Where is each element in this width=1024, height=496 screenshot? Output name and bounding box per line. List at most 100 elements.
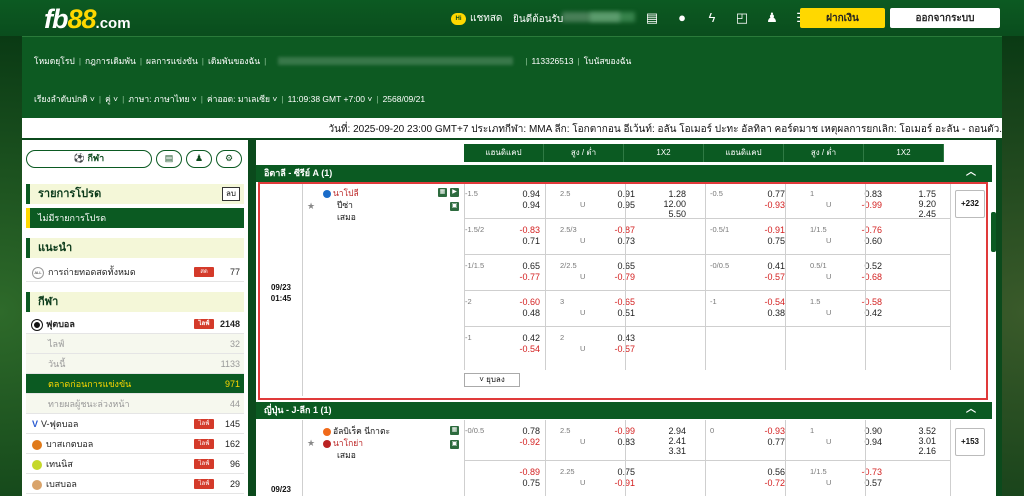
sidebar-item-basketball[interactable]: บาสเกตบอล ไลฟ์ 162: [26, 434, 244, 454]
odds-away[interactable]: 0.77: [745, 437, 785, 448]
odds-under[interactable]: -0.57: [595, 344, 635, 355]
odds-away[interactable]: -0.72: [745, 478, 785, 489]
collapse-button[interactable]: ˅ ยุบลง: [464, 373, 520, 387]
language-dropdown[interactable]: ภาษา: ภาษาไทย ˅: [128, 92, 196, 106]
odds-away[interactable]: -0.77: [500, 272, 540, 283]
sidebar-item-football-outright[interactable]: ทายผลผู้ชนะล่วงหน้า 44: [26, 394, 244, 414]
sidebar-item-live-all[interactable]: ALL การถ่ายทอดสดทั้งหมด สด 77: [26, 262, 244, 282]
user-icon[interactable]: ♟: [764, 10, 780, 26]
odds-under[interactable]: 0.57: [842, 478, 882, 489]
odds-under[interactable]: -0.91: [595, 478, 635, 489]
odds-away[interactable]: -0.57: [745, 272, 785, 283]
nav-my-bonus[interactable]: โบนัสของฉัน: [584, 54, 632, 68]
odds-over[interactable]: -0.73: [842, 467, 882, 478]
streaming-icon[interactable]: ▣: [450, 202, 459, 211]
refresh-icon[interactable]: ●: [674, 10, 690, 26]
sidebar-item-vfootball[interactable]: V V-ฟุตบอล ไลฟ์ 145: [26, 414, 244, 434]
odds-away[interactable]: 0.38: [745, 308, 785, 319]
sidebar-item-tennis[interactable]: เทนนิส ไลฟ์ 96: [26, 454, 244, 474]
sort-dropdown[interactable]: เรียงลำดับปกติ ˅: [34, 92, 95, 106]
odds-over[interactable]: 0.52: [842, 261, 882, 272]
tab-settings-icon[interactable]: ⚙: [216, 150, 242, 168]
odds-over[interactable]: -0.87: [595, 225, 635, 236]
nav-rules[interactable]: กฎการเดิมพัน: [85, 54, 136, 68]
odds-under[interactable]: 0.95: [595, 200, 635, 211]
odds-home[interactable]: -0.93: [745, 426, 785, 437]
favorite-star-icon[interactable]: ★: [307, 201, 315, 212]
odds-home[interactable]: -0.83: [500, 225, 540, 236]
away-team[interactable]: ปีซ่า: [337, 200, 353, 210]
live-chat-button[interactable]: Hi แชทสด: [451, 11, 502, 26]
nav-euro-mode[interactable]: โหมดยุโรป: [34, 54, 75, 68]
odds-away[interactable]: 0.75: [500, 478, 540, 489]
odds-home[interactable]: 0.42: [500, 333, 540, 344]
odds-dropdown[interactable]: ค่าออด: มาเลเซีย ˅: [207, 92, 277, 106]
home-team[interactable]: นาโปลี: [323, 188, 359, 198]
promo-icon[interactable]: ◰: [734, 10, 750, 26]
odds-away[interactable]: 0.94: [500, 200, 540, 211]
odds-under[interactable]: 0.42: [842, 308, 882, 319]
odds-away[interactable]: -0.54: [500, 344, 540, 355]
league-header-j-league[interactable]: ญี่ปุ่น - J-ลีก 1 (1) ︿: [256, 402, 992, 419]
odds-away[interactable]: 0.71: [500, 236, 540, 247]
odds-over[interactable]: -0.65: [595, 297, 635, 308]
odds-under[interactable]: 0.51: [595, 308, 635, 319]
nav-my-bets[interactable]: เดิมพันของฉัน: [208, 54, 260, 68]
odds-1x2[interactable]: 3.31: [640, 446, 686, 457]
remove-favorites-button[interactable]: ลบ: [222, 187, 240, 201]
tab-sports[interactable]: ⚽ กีฬา: [26, 150, 152, 168]
odds-over[interactable]: 0.43: [595, 333, 635, 344]
odds-away[interactable]: -0.92: [500, 437, 540, 448]
nav-results[interactable]: ผลการแข่งขัน: [146, 54, 198, 68]
play-icon[interactable]: ▶: [450, 188, 459, 197]
odds-home[interactable]: -0.91: [745, 225, 785, 236]
league-header-serie-a[interactable]: อิตาลี - ซีรีย์ A (1) ︿: [256, 165, 992, 182]
odds-over[interactable]: -0.99: [595, 426, 635, 437]
sidebar-item-football-live[interactable]: ไลฟ์ 32: [26, 334, 244, 354]
more-markets-button[interactable]: +232: [955, 190, 985, 218]
odds-over[interactable]: 0.83: [842, 189, 882, 200]
odds-over[interactable]: 0.65: [595, 261, 635, 272]
odds-home[interactable]: 0.41: [745, 261, 785, 272]
odds-under[interactable]: 0.94: [842, 437, 882, 448]
sidebar-item-football-today[interactable]: วันนี้ 1133: [26, 354, 244, 374]
odds-over[interactable]: -0.76: [842, 225, 882, 236]
odds-home[interactable]: -0.60: [500, 297, 540, 308]
odds-home[interactable]: -0.89: [500, 467, 540, 478]
deposit-button[interactable]: ฝากเงิน: [800, 8, 885, 28]
more-markets-button[interactable]: +153: [955, 428, 985, 456]
odds-1x2[interactable]: 2.16: [890, 446, 936, 457]
odds-under[interactable]: -0.99: [842, 200, 882, 211]
odds-over[interactable]: -0.58: [842, 297, 882, 308]
odds-away[interactable]: 0.75: [745, 236, 785, 247]
odds-home[interactable]: 0.56: [745, 467, 785, 478]
flash-icon[interactable]: ϟ: [704, 10, 720, 26]
scrollbar-thumb[interactable]: [991, 212, 996, 252]
home-team[interactable]: อัลบิเร็ค นีกาตะ: [323, 426, 390, 436]
tab-betslip-icon[interactable]: ▤: [156, 150, 182, 168]
logout-button[interactable]: ออกจากระบบ: [890, 8, 1000, 28]
odds-over[interactable]: 0.91: [595, 189, 635, 200]
odds-under[interactable]: 0.83: [595, 437, 635, 448]
sidebar-item-football[interactable]: ฟุตบอล ไลฟ์ 2148: [26, 314, 244, 334]
collapse-icon[interactable]: ︿: [966, 164, 976, 181]
odds-away[interactable]: 0.48: [500, 308, 540, 319]
odds-away[interactable]: -0.93: [745, 200, 785, 211]
stats-icon[interactable]: ▦: [438, 188, 447, 197]
favorite-star-icon[interactable]: ★: [307, 438, 315, 449]
odds-over[interactable]: 0.75: [595, 467, 635, 478]
stats-icon[interactable]: ▦: [450, 426, 459, 435]
away-team[interactable]: นาโกย่า: [323, 438, 363, 448]
odds-home[interactable]: -0.54: [745, 297, 785, 308]
odds-under[interactable]: 0.60: [842, 236, 882, 247]
odds-under[interactable]: -0.79: [595, 272, 635, 283]
pair-dropdown[interactable]: คู่ ˅: [105, 92, 118, 106]
odds-home[interactable]: 0.94: [500, 189, 540, 200]
odds-home[interactable]: 0.65: [500, 261, 540, 272]
sidebar-item-baseball[interactable]: เบสบอล ไลฟ์ 29: [26, 474, 244, 494]
odds-under[interactable]: 0.73: [595, 236, 635, 247]
odds-home[interactable]: 0.78: [500, 426, 540, 437]
odds-over[interactable]: 0.90: [842, 426, 882, 437]
logo[interactable]: fb88.com: [44, 4, 131, 35]
odds-under[interactable]: -0.68: [842, 272, 882, 283]
